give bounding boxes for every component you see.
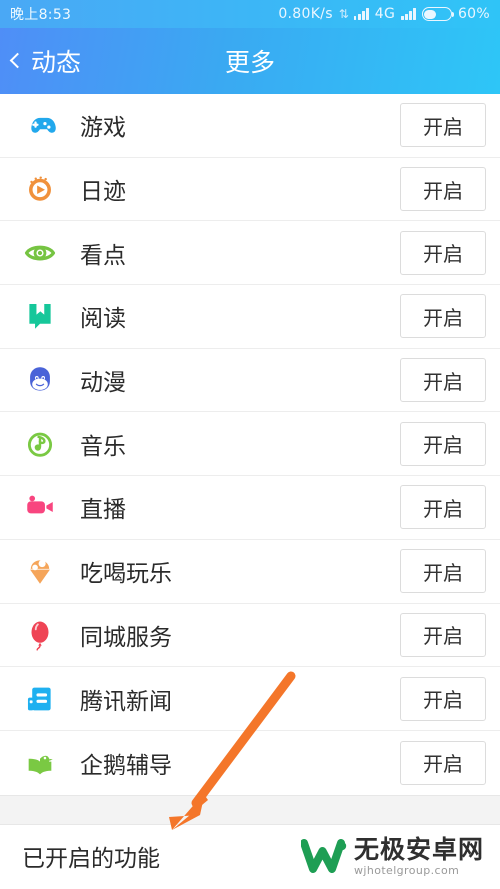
bookmark-icon bbox=[22, 298, 58, 334]
signal-bars-icon-2 bbox=[401, 8, 416, 20]
list-item[interactable]: 日迹 开启 bbox=[0, 157, 500, 222]
gamepad-icon bbox=[22, 107, 58, 143]
list-item-label: 企鹅辅导 bbox=[80, 752, 172, 779]
list-item[interactable]: 吃喝玩乐 开启 bbox=[0, 539, 500, 604]
list-item-label: 腾讯新闻 bbox=[80, 688, 172, 715]
network-type: 4G bbox=[374, 6, 396, 22]
list-item[interactable]: 游戏 开启 bbox=[0, 94, 500, 158]
list-item[interactable]: 音乐 开启 bbox=[0, 412, 500, 477]
battery-percent: 60% bbox=[457, 6, 490, 22]
list-item-label: 直播 bbox=[80, 497, 126, 524]
enabled-features-label[interactable]: 已开启的功能 bbox=[22, 839, 160, 873]
list-item[interactable]: 阅读 开启 bbox=[0, 285, 500, 349]
penguin-book-icon bbox=[22, 745, 58, 781]
watermark-name: 无极安卓网 bbox=[353, 834, 484, 864]
list-item[interactable]: 腾讯新闻 开启 bbox=[0, 667, 500, 731]
watermark-url: wjhotelgroup.com bbox=[353, 863, 460, 877]
back-button[interactable]: 动态 bbox=[0, 43, 81, 79]
enable-button[interactable]: 开启 bbox=[400, 358, 486, 403]
battery-icon bbox=[421, 7, 455, 21]
newspaper-icon bbox=[22, 681, 58, 717]
list-item[interactable]: 看点 开启 bbox=[0, 221, 500, 286]
list-item-label: 日迹 bbox=[80, 179, 126, 206]
back-label: 动态 bbox=[31, 48, 82, 77]
ice-cream-icon bbox=[22, 553, 58, 589]
list-item-label: 动漫 bbox=[80, 370, 126, 397]
status-bar: 晚上8:53 0.80K/s ⇅ 4G 60% bbox=[0, 0, 500, 28]
data-transfer-icon: ⇅ bbox=[338, 7, 349, 21]
enable-button[interactable]: 开启 bbox=[400, 230, 486, 275]
enable-button[interactable]: 开启 bbox=[400, 294, 486, 339]
enable-button[interactable]: 开启 bbox=[400, 676, 486, 721]
feature-list: 游戏 开启 日迹 开启 看点 开启 阅读 开启 动漫 开启 音乐 开启 直播 开启 吃喝玩乐开… bbox=[0, 94, 500, 795]
balloon-icon bbox=[22, 617, 58, 653]
eye-icon bbox=[22, 235, 58, 271]
enable-button[interactable]: 开启 bbox=[400, 421, 486, 466]
watermark: 无极安卓网 wjhotelgroup.com bbox=[300, 834, 484, 877]
play-circle-icon bbox=[22, 171, 58, 207]
list-item[interactable]: 同城服务 开启 bbox=[0, 603, 500, 668]
music-note-icon bbox=[22, 426, 58, 462]
list-item-label: 音乐 bbox=[80, 433, 126, 460]
app-header: 动态 更多 bbox=[0, 28, 500, 94]
network-speed: 0.80K/s bbox=[278, 6, 333, 22]
footer-bar: 已开启的功能 无极安卓网 wjhotelgroup.com bbox=[0, 824, 500, 888]
list-item-label: 游戏 bbox=[80, 115, 126, 142]
video-camera-icon bbox=[22, 489, 58, 525]
list-item-label: 吃喝玩乐 bbox=[80, 561, 172, 588]
enable-button[interactable]: 开启 bbox=[400, 549, 486, 594]
enable-button[interactable]: 开启 bbox=[400, 167, 486, 212]
signal-bars-icon bbox=[353, 8, 369, 20]
list-item[interactable]: 直播 开启 bbox=[0, 476, 500, 540]
status-time: 晚上8:53 bbox=[10, 7, 72, 23]
cartoon-face-icon bbox=[22, 362, 58, 398]
list-item-label: 看点 bbox=[80, 242, 126, 269]
w-logo-icon bbox=[300, 839, 347, 874]
section-divider bbox=[0, 794, 500, 825]
list-item[interactable]: 动漫 开启 bbox=[0, 348, 500, 413]
enable-button[interactable]: 开启 bbox=[400, 103, 486, 148]
list-item[interactable]: 企鹅辅导 开启 bbox=[0, 730, 500, 795]
chevron-left-icon bbox=[9, 52, 26, 69]
enable-button[interactable]: 开启 bbox=[400, 740, 486, 785]
list-item-label: 阅读 bbox=[80, 306, 126, 333]
enable-button[interactable]: 开启 bbox=[400, 612, 486, 657]
enable-button[interactable]: 开启 bbox=[400, 485, 486, 530]
list-item-label: 同城服务 bbox=[80, 624, 172, 651]
